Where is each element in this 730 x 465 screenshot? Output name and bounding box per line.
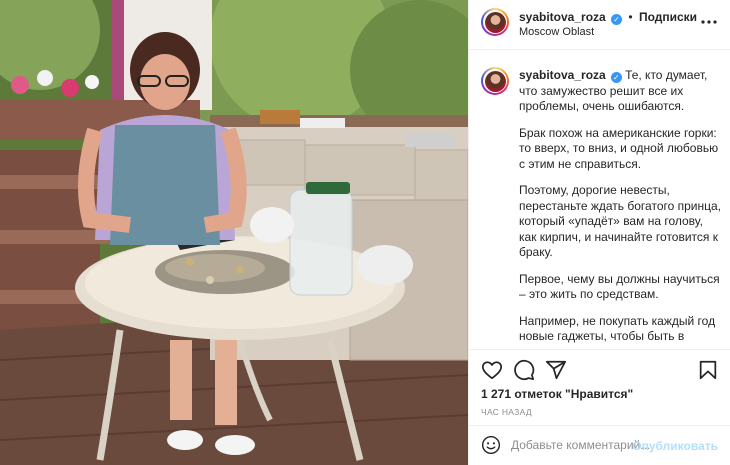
caption-paragraph: Например, не покупать каждый год новые г… bbox=[519, 313, 716, 350]
comment-input[interactable] bbox=[511, 434, 651, 456]
likes-count[interactable]: 1 271 отметок "Нравится" bbox=[481, 387, 633, 401]
caption-paragraph: Поэтому, дорогие невесты, перестаньте жд… bbox=[519, 183, 721, 259]
post-timestamp[interactable]: ЧАС НАЗАД bbox=[481, 407, 532, 417]
header-name-row: syabitova_roza ✓ • Подписки bbox=[519, 10, 697, 25]
separator-dot: • bbox=[628, 10, 633, 24]
heart-icon[interactable] bbox=[481, 359, 503, 381]
post-photo-illustration bbox=[0, 0, 468, 465]
caption-paragraph: Брак похож на американские горки: то вве… bbox=[519, 125, 719, 171]
post-header: syabitova_roza ✓ • Подписки Moscow Oblas… bbox=[469, 0, 730, 50]
author-username[interactable]: syabitova_roza bbox=[519, 10, 606, 24]
comment-icon[interactable] bbox=[513, 359, 535, 381]
caption-username[interactable]: syabitova_roza bbox=[519, 68, 606, 82]
instagram-post: syabitova_roza ✓ • Подписки Moscow Oblas… bbox=[0, 0, 730, 465]
verified-badge-icon: ✓ bbox=[610, 72, 622, 83]
emoji-icon[interactable] bbox=[481, 435, 501, 455]
following-button[interactable]: Подписки bbox=[639, 10, 697, 24]
bookmark-icon[interactable] bbox=[697, 359, 719, 381]
verified-badge-icon: ✓ bbox=[611, 14, 623, 25]
post-caption: syabitova_roza ✓ Те, кто думает, что заму… bbox=[519, 68, 721, 349]
caption-paragraph: Первое, чему вы должны научиться – это ж… bbox=[519, 271, 720, 302]
location-link[interactable]: Moscow Oblast bbox=[519, 26, 594, 38]
post-side-panel: syabitova_roza ✓ • Подписки Moscow Oblas… bbox=[468, 0, 730, 465]
share-icon[interactable] bbox=[545, 359, 567, 381]
caption-paragraph: syabitova_roza ✓ Те, кто думает, что заму… bbox=[519, 68, 721, 115]
comment-form: Опубликовать bbox=[469, 425, 730, 465]
more-options-icon[interactable] bbox=[700, 12, 718, 30]
post-photo[interactable] bbox=[0, 0, 468, 465]
author-avatar[interactable] bbox=[481, 8, 509, 36]
post-actions: 1 271 отметок "Нравится" ЧАС НАЗАД bbox=[469, 349, 730, 425]
caption-author-avatar[interactable] bbox=[481, 67, 509, 95]
publish-button[interactable]: Опубликовать bbox=[632, 439, 718, 453]
caption-scroll-area[interactable]: syabitova_roza ✓ Те, кто думает, что заму… bbox=[469, 51, 730, 349]
